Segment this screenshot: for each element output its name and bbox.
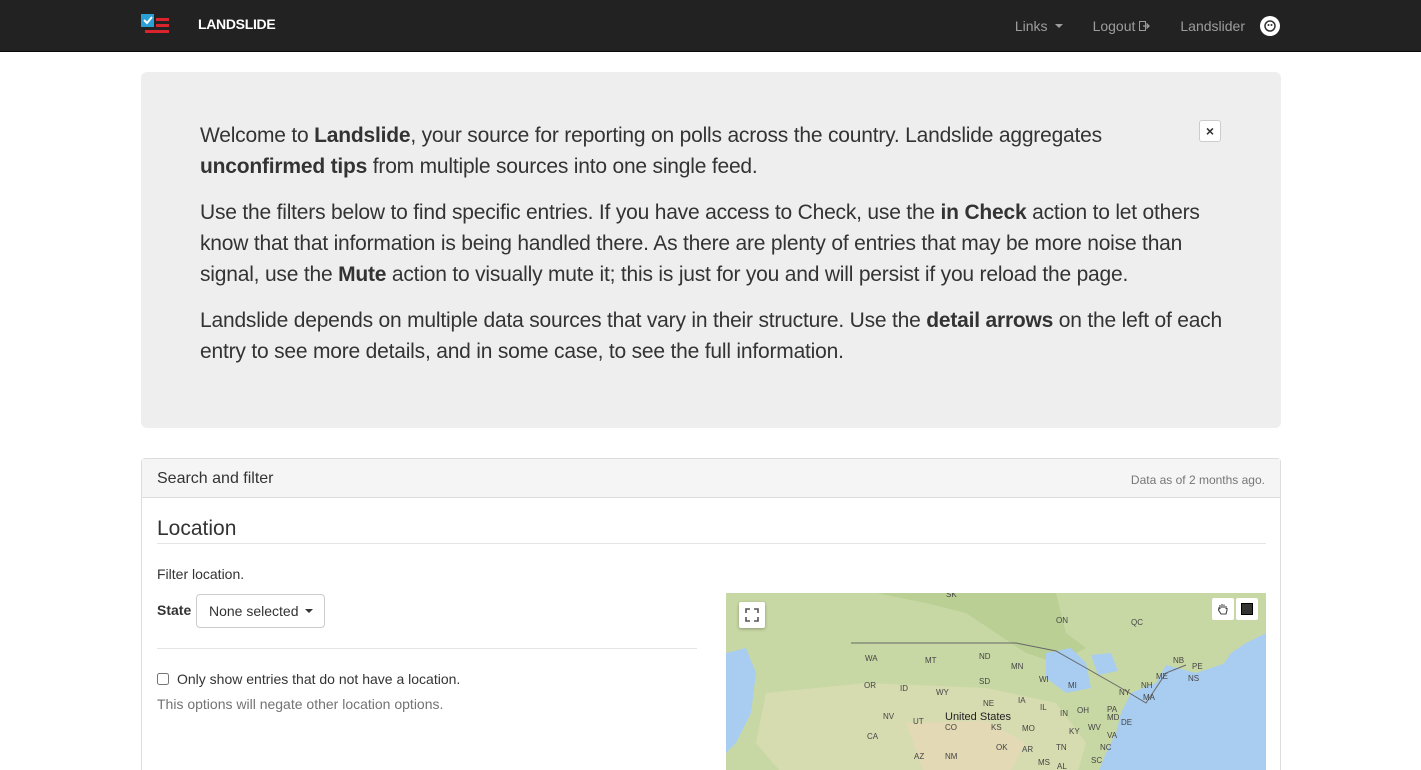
map-label: OH — [1077, 706, 1089, 715]
map-label: MS — [1038, 758, 1050, 767]
logout-link[interactable]: Logout — [1093, 18, 1151, 34]
search-filter-panel: Search and filter Data as of 2 months ag… — [141, 458, 1281, 770]
logout-icon — [1139, 21, 1151, 31]
map-label: ID — [900, 684, 908, 693]
data-age-text: Data as of 2 months ago. — [1130, 473, 1265, 487]
state-select[interactable]: None selected — [196, 594, 325, 628]
map-label: WA — [865, 654, 878, 663]
map-label: WI — [1039, 675, 1049, 684]
landslide-logo-icon[interactable] — [141, 14, 169, 36]
map-label: WY — [936, 688, 950, 697]
map-label: AZ — [914, 752, 924, 761]
map-label: NH — [1141, 681, 1153, 690]
map-label: NB — [1173, 656, 1184, 665]
close-icon: × — [1205, 123, 1215, 139]
map-label: MD — [1107, 713, 1120, 722]
map-canvas[interactable]: SK ON QC WA MT ND MN NB PE ME NS OR ID S… — [726, 593, 1266, 770]
map-label: NS — [1188, 674, 1199, 683]
map-country-label: United States — [945, 711, 1012, 723]
welcome-paragraph-3: Landslide depends on multiple data sourc… — [200, 309, 1222, 363]
map-label: MT — [925, 656, 937, 665]
avatar-icon — [1264, 20, 1276, 32]
logout-label: Logout — [1092, 18, 1136, 34]
map-label: MO — [1022, 724, 1035, 733]
location-heading: Location — [157, 517, 237, 540]
map-label: NV — [883, 712, 895, 721]
welcome-text: Welcome to Landslide, your source for re… — [200, 120, 1225, 382]
avatar — [1260, 16, 1280, 36]
map-label: SD — [979, 677, 990, 686]
map-label: SK — [946, 593, 957, 599]
help-text: This options will negate other location … — [157, 696, 444, 712]
map-label: IA — [1018, 696, 1026, 705]
map-label: UT — [913, 717, 924, 726]
map-label: QC — [1131, 618, 1143, 627]
hand-icon — [1217, 604, 1228, 615]
map-label: CA — [867, 732, 879, 741]
draw-rectangle-button[interactable] — [1236, 598, 1258, 620]
state-label: State — [157, 602, 192, 618]
map-label: NE — [983, 699, 994, 708]
map-label: KY — [1069, 727, 1080, 736]
map-label: MN — [1011, 662, 1024, 671]
close-button[interactable]: × — [1199, 120, 1221, 142]
map-label: SC — [1091, 756, 1102, 765]
fullscreen-button[interactable] — [739, 602, 765, 628]
divider — [157, 543, 1266, 544]
map-label: PE — [1192, 662, 1203, 671]
map-label: DE — [1121, 718, 1132, 727]
caret-down-icon — [1054, 24, 1063, 28]
no-location-option[interactable]: Only show entries that do not have a loc… — [157, 671, 460, 687]
map-label: NC — [1100, 743, 1112, 752]
divider — [157, 648, 697, 649]
map-label: WV — [1088, 723, 1102, 732]
map-label: OK — [996, 743, 1008, 752]
map-label: OR — [864, 681, 876, 690]
fullscreen-icon — [745, 608, 759, 622]
welcome-paragraph-2: Use the filters below to find specific e… — [200, 201, 1200, 286]
nav-links: Links Logout Landslider — [985, 0, 1280, 52]
user-menu[interactable]: Landslider — [1180, 16, 1280, 36]
panel-heading: Search and filter Data as of 2 months ag… — [142, 459, 1280, 498]
map-label: ME — [1156, 672, 1168, 681]
map-label: CO — [945, 723, 957, 732]
map-label: TN — [1056, 743, 1067, 752]
welcome-jumbotron: Welcome to Landslide, your source for re… — [141, 72, 1281, 428]
top-navbar: LANDSLIDE Links Logout Landslider — [0, 0, 1421, 52]
panel-title: Search and filter — [157, 470, 274, 487]
welcome-paragraph-1: Welcome to Landslide, your source for re… — [200, 124, 1102, 178]
map-label: MI — [1068, 681, 1077, 690]
map-label: IL — [1040, 703, 1047, 712]
map-label: AR — [1022, 745, 1033, 754]
map-label: KS — [991, 723, 1002, 732]
caret-down-icon — [304, 609, 313, 613]
no-location-checkbox[interactable] — [157, 673, 169, 685]
map-label: ND — [979, 652, 991, 661]
map-label: NM — [945, 752, 958, 761]
map-label: MA — [1143, 693, 1156, 702]
user-label: Landslider — [1180, 18, 1245, 34]
filter-location-label: Filter location. — [157, 566, 245, 582]
map-label: AL — [1057, 762, 1067, 770]
location-map[interactable]: SK ON QC WA MT ND MN NB PE ME NS OR ID S… — [726, 593, 1266, 770]
links-label: Links — [1014, 18, 1048, 34]
map-label: IN — [1060, 709, 1068, 718]
links-dropdown[interactable]: Links — [1015, 18, 1063, 34]
map-label: VA — [1107, 731, 1118, 740]
map-label: ON — [1056, 616, 1068, 625]
rectangle-icon — [1241, 603, 1253, 615]
map-label: NY — [1119, 688, 1131, 697]
brand-name[interactable]: LANDSLIDE — [198, 16, 276, 32]
pan-tool-button[interactable] — [1212, 598, 1234, 620]
no-location-label: Only show entries that do not have a loc… — [177, 671, 461, 687]
state-select-value: None selected — [209, 603, 299, 619]
